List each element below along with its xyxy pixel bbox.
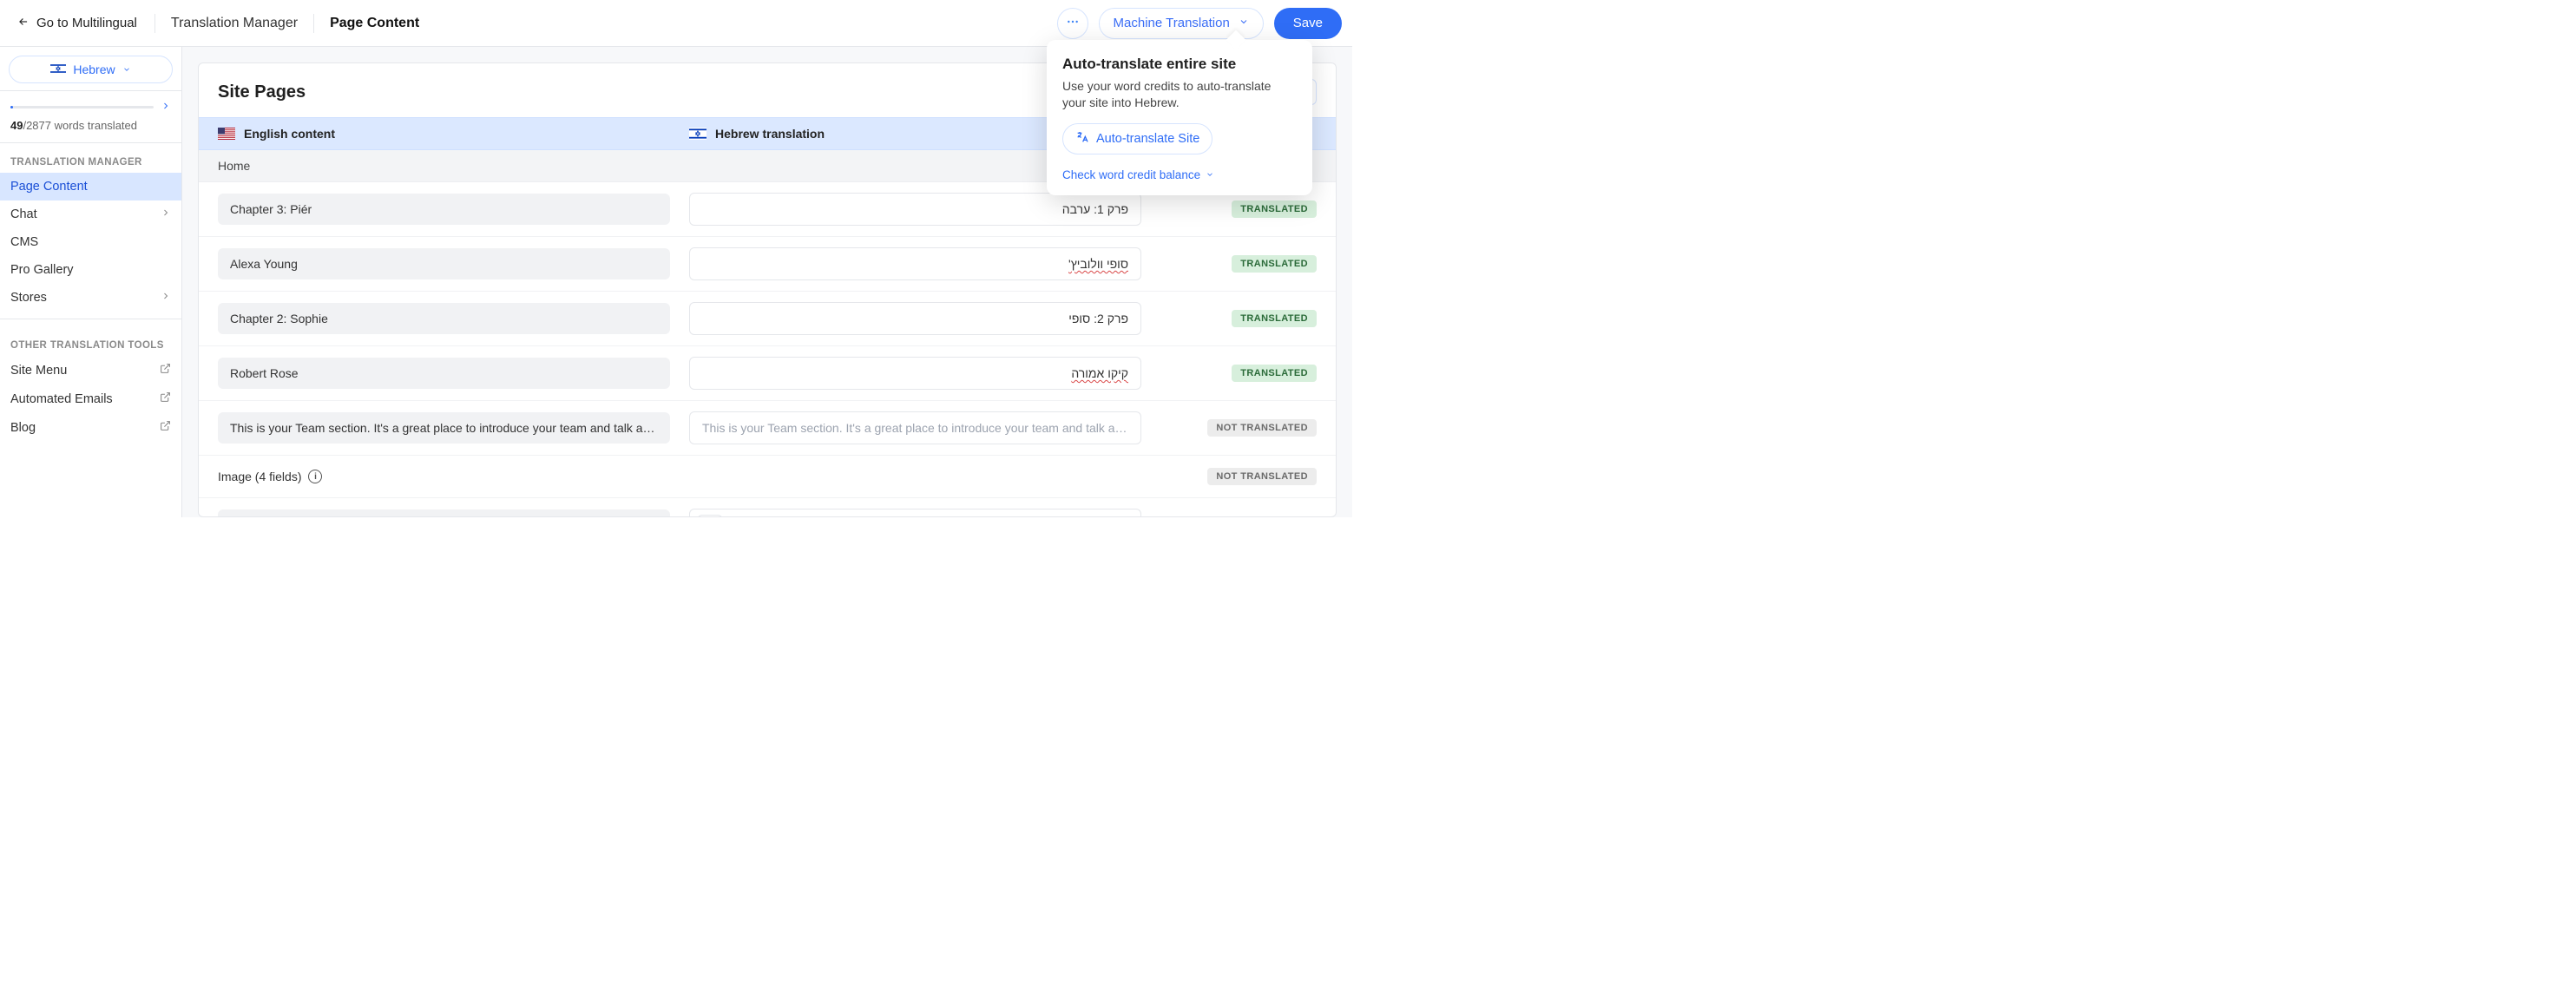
source-text-cell: Chapter 2: Sophie	[218, 303, 670, 334]
image-section-label: Image (4 fields)	[218, 470, 301, 483]
target-text-input[interactable]: פרק 1: ערבה	[689, 193, 1141, 226]
target-text-input[interactable]: סופי וולוביץ'	[689, 247, 1141, 280]
status-badge: NOT TRANSLATED	[1207, 468, 1317, 485]
image-section-row[interactable]: Image (4 fields) i NOT TRANSLATED	[199, 456, 1336, 498]
flag-israel-icon	[689, 128, 706, 140]
external-link-icon	[160, 363, 171, 378]
more-actions-button[interactable]	[1057, 8, 1088, 39]
topbar-right: Machine Translation Save	[1057, 8, 1342, 39]
status-cell: NOT TRANSLATED	[1207, 468, 1317, 485]
sidebar-item-stores[interactable]: Stores	[0, 284, 181, 312]
sidebar-tool-automated-emails[interactable]: Automated Emails	[0, 385, 181, 413]
sidebar-item-label: Chat	[10, 207, 37, 221]
status-badge: NOT TRANSLATED	[1207, 419, 1317, 437]
external-link-icon	[160, 420, 171, 435]
translate-icon	[1075, 130, 1089, 148]
back-label: Go to Multilingual	[36, 16, 137, 30]
target-text-input[interactable]: פרק 2: סופי	[689, 302, 1141, 335]
target-column-label: Hebrew translation	[715, 127, 825, 141]
check-credit-link[interactable]: Check word credit balance	[1062, 168, 1214, 181]
source-column-header: English content	[218, 127, 689, 141]
chevron-right-icon	[161, 207, 171, 221]
chevron-down-icon	[1239, 16, 1249, 30]
sidebar-item-label: Pro Gallery	[10, 263, 74, 277]
auto-translate-button-label: Auto-translate Site	[1096, 132, 1199, 146]
language-select[interactable]: Hebrew	[9, 56, 173, 83]
status-badge: TRANSLATED	[1232, 365, 1317, 382]
divider	[154, 14, 155, 33]
status-badge: TRANSLATED	[1232, 255, 1317, 273]
translation-rows: Chapter 3: Piérפרק 1: ערבהTRANSLATEDAlex…	[199, 182, 1336, 516]
popover-title: Auto-translate entire site	[1062, 56, 1297, 73]
translation-row: Robert Rose קיקו אמורה TRANSLATED	[199, 346, 1336, 401]
target-image-input[interactable]: 👤	[689, 509, 1141, 516]
source-text-cell: Alexa Young	[218, 248, 670, 279]
progress-total: /2877 words translated	[23, 119, 137, 132]
sidebar-group-label: TRANSLATION MANAGER	[0, 143, 181, 173]
sidebar-group-label: OTHER TRANSLATION TOOLS	[0, 326, 181, 356]
sidebar-item-label: CMS	[10, 235, 38, 249]
external-link-icon	[160, 391, 171, 406]
dots-horizontal-icon	[1066, 15, 1080, 31]
target-image-thumbnail: 👤	[697, 515, 723, 516]
save-button[interactable]: Save	[1274, 8, 1342, 39]
chevron-down-icon	[122, 62, 131, 76]
progress-fill	[10, 106, 13, 108]
source-text-cell: Robert Rose	[218, 358, 670, 389]
target-text-input[interactable]: This is your Team section. It's a great …	[689, 411, 1141, 444]
chevron-down-icon	[1206, 168, 1214, 181]
progress-done: 49	[10, 119, 23, 132]
status-cell: TRANSLATED	[1232, 365, 1317, 382]
translation-row: Alexa Young סופי וולוביץ' TRANSLATED	[199, 237, 1336, 292]
status-cell: TRANSLATED	[1232, 255, 1317, 273]
breadcrumb-item-active: Page Content	[325, 16, 424, 31]
image-translation-row: 👤👤	[199, 498, 1336, 516]
credit-link-label: Check word credit balance	[1062, 168, 1200, 181]
translation-row: Chapter 2: Sophie פרק 2: סופי TRANSLATED	[199, 292, 1336, 346]
sidebar-item-label: Blog	[10, 421, 36, 435]
source-image-thumbnail: 👤	[225, 515, 251, 516]
machine-translation-label: Machine Translation	[1114, 16, 1230, 30]
progress-track	[10, 106, 154, 108]
progress-row	[0, 91, 181, 117]
auto-translate-site-button[interactable]: Auto-translate Site	[1062, 123, 1212, 154]
source-text-cell: Chapter 3: Piér	[218, 194, 670, 225]
language-label: Hebrew	[73, 62, 115, 76]
translation-row: This is your Team section. It's a great …	[199, 401, 1336, 456]
sidebar-item-page-content[interactable]: Page Content	[0, 173, 181, 200]
source-column-label: English content	[244, 127, 335, 141]
breadcrumb-item[interactable]: Translation Manager	[166, 16, 303, 31]
divider	[313, 14, 314, 33]
source-text-cell: This is your Team section. It's a great …	[218, 412, 670, 444]
back-link[interactable]: Go to Multilingual	[10, 10, 144, 36]
status-cell: TRANSLATED	[1232, 200, 1317, 218]
progress-text: 49/2877 words translated	[0, 117, 181, 143]
panel-title: Site Pages	[218, 82, 306, 102]
status-badge: TRANSLATED	[1232, 200, 1317, 218]
sidebar-item-chat[interactable]: Chat	[0, 200, 181, 228]
target-text-input[interactable]: קיקו אמורה	[689, 357, 1141, 390]
sidebar-item-label: Automated Emails	[10, 392, 113, 406]
sidebar-item-cms[interactable]: CMS	[0, 228, 181, 256]
sidebar-tool-blog[interactable]: Blog	[0, 413, 181, 442]
flag-israel-icon	[50, 62, 66, 76]
info-icon[interactable]: i	[308, 470, 322, 483]
popover-body: Use your word credits to auto-translate …	[1062, 78, 1297, 111]
sidebar: Hebrew 49/2877 words translated TRANSLAT…	[0, 47, 182, 517]
status-badge: TRANSLATED	[1232, 310, 1317, 327]
sidebar-tool-site-menu[interactable]: Site Menu	[0, 356, 181, 385]
sidebar-item-label: Page Content	[10, 180, 88, 194]
progress-expand-button[interactable]	[161, 100, 171, 114]
sidebar-item-pro-gallery[interactable]: Pro Gallery	[0, 256, 181, 284]
auto-translate-popover: Auto-translate entire site Use your word…	[1047, 40, 1312, 195]
chevron-right-icon	[161, 291, 171, 305]
status-cell: TRANSLATED	[1232, 310, 1317, 327]
flag-us-icon	[218, 128, 235, 140]
sidebar-item-label: Site Menu	[10, 364, 67, 378]
arrow-left-icon	[17, 16, 30, 31]
sidebar-item-label: Stores	[10, 291, 47, 305]
status-cell: NOT TRANSLATED	[1207, 419, 1317, 437]
